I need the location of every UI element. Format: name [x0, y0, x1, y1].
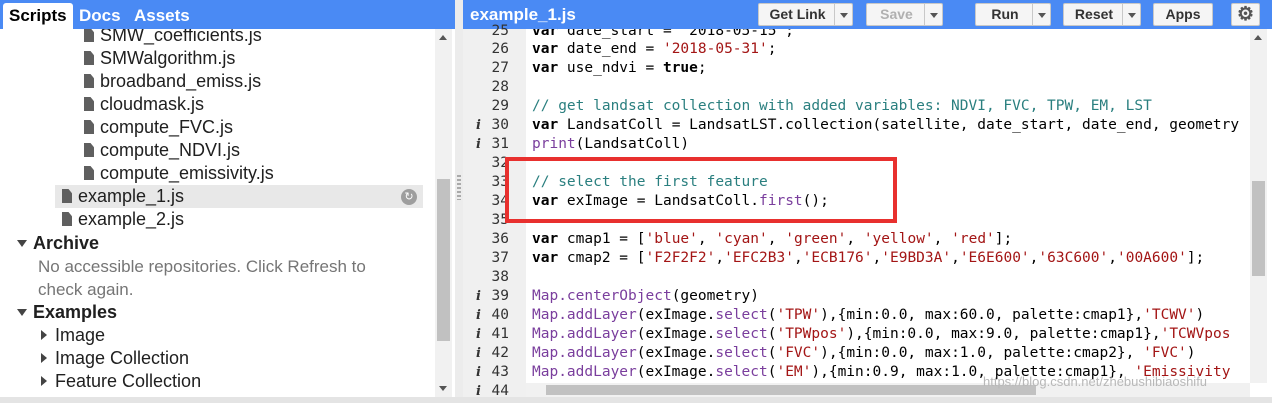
file-label: example_2.js [78, 209, 185, 229]
chevron-down-icon [17, 309, 27, 316]
file-label: compute_emissivity.js [100, 163, 274, 183]
run-button[interactable]: Run [975, 3, 1051, 26]
watermark: https://blog.csdn.net/zhebushibiaoshifu [983, 374, 1208, 389]
file-icon [84, 120, 94, 134]
panel-splitter[interactable] [455, 0, 463, 403]
file-icon [84, 166, 94, 180]
file-label: SMWalgorithm.js [100, 48, 236, 68]
chevron-down-icon[interactable] [1122, 4, 1140, 25]
file-icon [84, 29, 94, 42]
chevron-right-icon [41, 376, 47, 386]
code-line: var cmap1 = ['blue', 'cyan', 'green', 'y… [532, 231, 1013, 247]
file-label: compute_NDVI.js [100, 140, 241, 160]
scroll-thumb[interactable] [437, 179, 450, 341]
editor-toolbar: example_1.js Get Link Save Run Reset App… [463, 0, 1272, 29]
code-line: Map.addLayer(exImage.select('TPW'),{min:… [532, 307, 1205, 323]
left-panel-tabs: Scripts Docs Assets [0, 0, 455, 29]
code-line: var date_end = '2018-05-31'; [532, 41, 777, 57]
bottom-splitter[interactable] [0, 397, 1272, 403]
scroll-up-icon[interactable] [439, 35, 447, 40]
file-icon [84, 51, 94, 65]
code-comment: // get landsat collection with added var… [532, 98, 1152, 114]
file-label: compute_FVC.js [100, 117, 234, 137]
editor-scrollbar[interactable] [1250, 29, 1267, 383]
scroll-thumb[interactable] [1252, 181, 1265, 276]
file-label: cloudmask.js [100, 94, 205, 114]
annotation-highlight-box [505, 157, 897, 223]
apps-button[interactable]: Apps [1153, 3, 1213, 26]
code-line: Map.addLayer(exImage.select('TPWpos'),{m… [532, 326, 1231, 342]
left-scrollbar[interactable] [435, 29, 452, 397]
settings-button[interactable]: ⚙ [1231, 3, 1260, 26]
code-line: print(LandsatColl) [532, 136, 690, 152]
reset-button[interactable]: Reset [1063, 3, 1141, 26]
file-label: SMW_coefficients.js [100, 29, 262, 45]
file-icon [84, 143, 94, 157]
tab-scripts[interactable]: Scripts [3, 3, 73, 29]
file-label: broadband_emiss.js [100, 71, 262, 91]
chevron-down-icon[interactable] [924, 4, 942, 25]
scroll-thumb[interactable] [546, 385, 1036, 395]
file-label: example_1.js [78, 186, 185, 206]
script-tree: SMW_coefficients.js SMWalgorithm.js broa… [0, 29, 436, 397]
gear-icon: ⚙ [1236, 4, 1255, 25]
code-line: var use_ndvi = true; [532, 60, 707, 76]
file-icon [62, 212, 72, 226]
tab-docs[interactable]: Docs [73, 3, 127, 29]
save-button[interactable]: Save [866, 3, 943, 26]
tab-assets[interactable]: Assets [128, 3, 196, 29]
chevron-down-icon [17, 240, 27, 247]
scroll-up-icon[interactable] [1254, 35, 1262, 40]
history-icon[interactable]: ↻ [401, 189, 417, 205]
chevron-right-icon [41, 353, 47, 363]
get-link-button[interactable]: Get Link [758, 3, 853, 26]
file-icon [84, 97, 94, 111]
scroll-down-icon[interactable] [439, 386, 447, 391]
chevron-down-icon[interactable] [834, 4, 852, 25]
archive-label: Archive [33, 233, 100, 253]
examples-label: Examples [33, 302, 118, 322]
code-line: var LandsatColl = LandsatLST.collection(… [532, 117, 1240, 133]
chevron-down-icon[interactable] [1032, 4, 1050, 25]
scripts-panel: Scripts Docs Assets SMW_coefficients.js … [0, 0, 455, 403]
drag-handle-icon[interactable] [457, 175, 461, 200]
code-line: var cmap2 = ['F2F2F2','EFC2B3','ECB176',… [532, 250, 1205, 266]
code-line: Map.centerObject(geometry) [532, 288, 759, 304]
code-line: Map.addLayer(exImage.select('FVC'),{min:… [532, 345, 1196, 361]
file-icon [84, 74, 94, 88]
chevron-right-icon [41, 330, 47, 340]
